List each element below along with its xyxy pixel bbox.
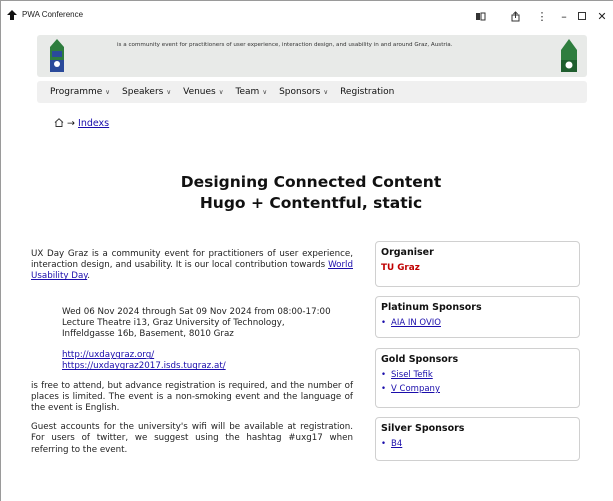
organiser-heading: Organiser [381, 247, 434, 258]
list-item: Sisel Tefik [381, 370, 574, 380]
intro-end: . [87, 271, 90, 282]
uxgraz-logo-icon [561, 39, 577, 72]
nav-sponsors-label: Sponsors [279, 87, 321, 97]
uxdaygraz-link[interactable]: http://uxdaygraz.org/ [62, 350, 353, 361]
gold-list: Sisel Tefik V Company [381, 370, 574, 394]
home-icon[interactable] [54, 118, 64, 127]
header-banner: is a community event for practitioners o… [37, 35, 587, 77]
gold-heading: Gold Sponsors [381, 354, 459, 365]
platinum-heading: Platinum Sponsors [381, 302, 482, 313]
list-item: B4 [381, 439, 574, 449]
breadcrumb: → Indexs [54, 118, 109, 129]
nav-team[interactable]: Team ∨ [236, 87, 268, 97]
platinum-list: AIA IN OVIO [381, 318, 574, 328]
nav-venues[interactable]: Venues ∨ [183, 87, 223, 97]
silver-list: B4 [381, 439, 574, 449]
intro-paragraph: UX Day Graz is a community event for pra… [31, 249, 353, 283]
attendance-paragraph: is free to attend, but advance registrat… [31, 380, 353, 414]
platinum-sponsors-box: Platinum Sponsors AIA IN OVIO [375, 296, 580, 338]
sponsor-link[interactable]: Sisel Tefik [391, 370, 433, 380]
nav-team-label: Team [235, 87, 260, 97]
nav-speakers-label: Speakers [122, 87, 164, 97]
uxdaygraz2017-link[interactable]: https://uxdaygraz2017.isds.tugraz.at/ [62, 361, 353, 372]
page-title-line2: Hugo + Contentful, static [199, 194, 423, 212]
event-links: http://uxdaygraz.org/ https://uxdaygraz2… [62, 350, 353, 372]
intro-text: UX Day Graz is a community event for pra… [31, 249, 353, 271]
close-icon[interactable]: ✕ [592, 6, 612, 26]
event-where-line2: Inffeldgasse 16b, Basement, 8010 Graz [62, 329, 234, 340]
chevron-down-icon: ∨ [218, 88, 224, 96]
chevron-down-icon: ∨ [323, 88, 329, 96]
more-options-icon[interactable]: ⋮ [532, 6, 552, 26]
breadcrumb-indexs-link[interactable]: Indexs [78, 118, 109, 129]
chevron-down-icon: ∨ [262, 88, 268, 96]
app-icon [7, 10, 17, 20]
nav-programme[interactable]: Programme ∨ [50, 87, 110, 97]
wifi-paragraph: Guest accounts for the university's wifi… [31, 422, 353, 455]
silver-sponsors-box: Silver Sponsors B4 [375, 417, 580, 461]
nav-speakers[interactable]: Speakers ∨ [122, 87, 171, 97]
browser-window: PWA Conference ⋮ – ✕ is a community even… [0, 0, 613, 501]
share-icon[interactable] [505, 6, 525, 26]
list-item: AIA IN OVIO [381, 318, 574, 328]
nav-registration[interactable]: Registration [340, 87, 394, 97]
list-item: V Company [381, 384, 574, 394]
extensions-icon[interactable] [470, 6, 490, 26]
breadcrumb-arrow: → [67, 118, 75, 129]
nav-programme-label: Programme [50, 87, 103, 97]
sponsor-link[interactable]: AIA IN OVIO [391, 318, 441, 328]
chevron-down-icon: ∨ [105, 88, 111, 96]
chevron-down-icon: ∨ [166, 88, 172, 96]
window-title: PWA Conference [22, 10, 84, 19]
event-where-line1: Lecture Theatre i13, Graz University of … [62, 317, 285, 328]
page-title-line1: Designing Connected Content [180, 173, 442, 191]
sponsor-link[interactable]: B4 [391, 439, 402, 449]
page-title: Designing Connected Content Hugo + Conte… [111, 172, 511, 214]
main-nav: Programme ∨ Speakers ∨ Venues ∨ Team ∨ Spons… [37, 81, 587, 103]
uxday-logo-icon[interactable] [47, 38, 67, 75]
title-bar: PWA Conference ⋮ – ✕ [2, 2, 613, 30]
nav-registration-label: Registration [340, 87, 395, 97]
organiser-box: Organiser TU Graz [375, 241, 580, 287]
silver-heading: Silver Sponsors [381, 423, 465, 434]
main-content: UX Day Graz is a community event for pra… [31, 249, 353, 464]
nav-sponsors[interactable]: Sponsors ∨ [279, 87, 328, 97]
gold-sponsors-box: Gold Sponsors Sisel Tefik V Company [375, 348, 580, 408]
event-details: Wed 06 Nov 2024 through Sat 09 Nov 2024 … [31, 307, 353, 373]
maximize-icon[interactable] [572, 6, 592, 26]
event-when: Wed 06 Nov 2024 through Sat 09 Nov 2024 … [62, 306, 331, 317]
sponsor-link[interactable]: V Company [391, 384, 440, 394]
minimize-icon[interactable]: – [554, 6, 574, 26]
banner-tagline: is a community event for practitioners o… [117, 42, 453, 48]
organiser-name: TU Graz [381, 263, 420, 273]
nav-venues-label: Venues [183, 87, 216, 97]
